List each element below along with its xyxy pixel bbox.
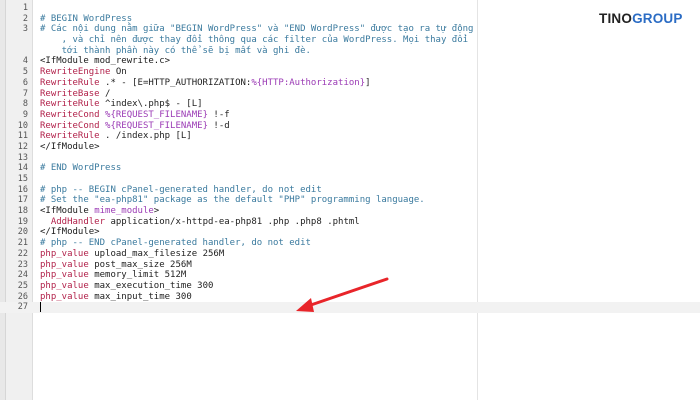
red-arrow-icon [296,277,389,312]
arrow-head [296,298,314,312]
arrow-shaft [303,277,389,309]
